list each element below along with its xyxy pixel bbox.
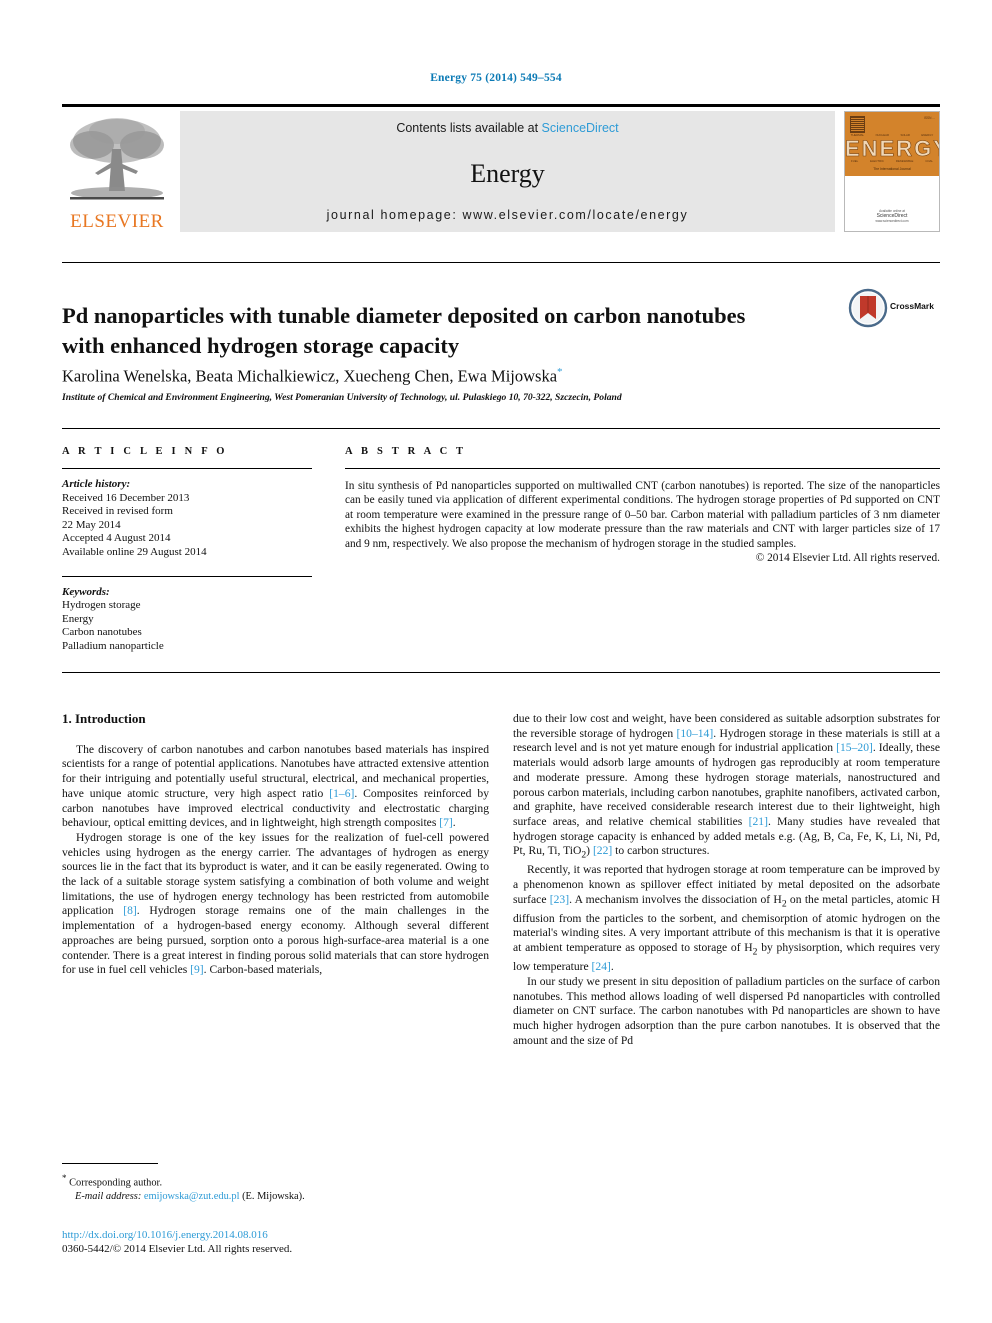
journal-banner: Contents lists available at ScienceDirec…: [180, 111, 835, 232]
elsevier-logo: ELSEVIER: [62, 111, 172, 232]
footnote-block: * Corresponding author. E-mail address: …: [62, 1172, 492, 1203]
elsevier-tree-icon: [70, 118, 164, 200]
citation-link[interactable]: [7]: [439, 816, 453, 829]
keyword-item: Palladium nanoparticle: [62, 639, 164, 652]
contents-text: Contents lists available at: [396, 121, 539, 135]
journal-name: Energy: [470, 159, 545, 188]
cover-sub-2: RENEWABLE: [895, 159, 914, 163]
paragraph: Recently, it was reported that hydrogen …: [513, 863, 940, 975]
issn-copyright-line: 0360-5442/© 2014 Elsevier Ltd. All right…: [62, 1243, 293, 1255]
page-title: Pd nanoparticles with tunable diameter d…: [62, 303, 746, 359]
cover-badge-icon: [850, 116, 865, 133]
footnote-rule: [62, 1163, 158, 1164]
paragraph-text: .: [610, 960, 614, 974]
citation-link[interactable]: [22]: [593, 844, 612, 857]
article-page: Energy 75 (2014) 549–554 ELSEVIER Conten…: [0, 0, 992, 1323]
article-history-label: Article history:: [62, 478, 131, 490]
article-history-block: Article history: Received 16 December 20…: [62, 478, 312, 560]
citation-link[interactable]: [23]: [550, 893, 569, 906]
citation-link[interactable]: [9]: [190, 963, 204, 976]
info-top-rule: [62, 428, 940, 429]
paragraph-text: .: [452, 816, 456, 830]
keywords-rule: [62, 575, 312, 577]
abstract-section: A B S T R A C T In situ synthesis of Pd …: [345, 446, 940, 564]
history-item: 22 May 2014: [62, 518, 121, 531]
author-list: Karolina Wenelska, Beata Michalkiewicz, …: [62, 366, 822, 387]
journal-homepage-link[interactable]: journal homepage: www.elsevier.com/locat…: [180, 208, 835, 222]
citation-link[interactable]: [1–6]: [329, 787, 354, 800]
paragraph-text: ): [586, 844, 593, 858]
body-column-right: due to their low cost and weight, have b…: [513, 712, 940, 1048]
paragraph-text: to carbon structures.: [612, 844, 710, 858]
paragraph: Hydrogen storage is one of the key issue…: [62, 831, 489, 978]
doi-block: http://dx.doi.org/10.1016/j.energy.2014.…: [62, 1228, 492, 1256]
history-item: Received 16 December 2013: [62, 491, 190, 504]
cover-issue-text: ISSN ...: [924, 116, 935, 120]
history-item: Received in revised form: [62, 505, 173, 518]
citation-link[interactable]: [15–20]: [836, 741, 873, 754]
corresponding-author-note: Corresponding author.: [69, 1177, 163, 1189]
article-info-section: A R T I C L E I N F O Article history: R…: [62, 446, 312, 654]
cover-sub-1: ELECTRIC: [870, 159, 884, 163]
cover-tagline: The International Journal: [873, 167, 911, 171]
history-item: Accepted 4 August 2014: [62, 532, 171, 545]
abstract-heading: A B S T R A C T: [345, 446, 467, 457]
abstract-text: In situ synthesis of Pd nanoparticles su…: [345, 480, 940, 550]
title-top-rule: [62, 262, 940, 263]
affiliation: Institute of Chemical and Environment En…: [62, 392, 622, 403]
citation-link[interactable]: [10–14]: [677, 727, 714, 740]
article-info-heading: A R T I C L E I N F O: [62, 446, 228, 457]
cover-sub-row: FUEL ELECTRIC RENEWABLE COAL: [845, 159, 939, 163]
keyword-item: Energy: [62, 612, 94, 625]
elsevier-wordmark: ELSEVIER: [70, 211, 164, 232]
paragraph-text: . A mechanism involves the dissociation …: [569, 892, 782, 906]
contents-line: Contents lists available at ScienceDirec…: [180, 121, 835, 135]
cover-journal-word: ENERGY: [845, 136, 940, 161]
cover-footer: Available online at ScienceDirect www.sc…: [845, 209, 939, 224]
keyword-item: Hydrogen storage: [62, 599, 141, 612]
history-item: Available online 29 August 2014: [62, 545, 207, 558]
citation-link[interactable]: [8]: [123, 904, 137, 917]
crossmark-icon: [848, 288, 888, 328]
paragraph: The discovery of carbon nanotubes and ca…: [62, 743, 489, 831]
cover-sub-0: FUEL: [850, 159, 859, 163]
cover-sub-3: COAL: [925, 159, 933, 163]
email-line: E-mail address: emijowska@zut.edu.pl (E.…: [62, 1190, 492, 1204]
keywords-block: Keywords: Hydrogen storage Energy Carbon…: [62, 586, 312, 654]
paragraph-text: . Carbon-based materials,: [203, 963, 323, 977]
abstract-copyright: © 2014 Elsevier Ltd. All rights reserved…: [755, 552, 940, 565]
info-bottom-rule: [62, 672, 940, 673]
body-column-left: 1. Introduction The discovery of carbon …: [62, 711, 489, 978]
email-label: E-mail address:: [75, 1190, 142, 1202]
section-heading-introduction: 1. Introduction: [62, 711, 146, 726]
citation-link[interactable]: [21]: [749, 815, 768, 828]
email-owner: (E. Mijowska).: [242, 1190, 305, 1202]
citation-link[interactable]: [24]: [592, 960, 611, 973]
paragraph: due to their low cost and weight, have b…: [513, 712, 940, 863]
email-link[interactable]: emijowska@zut.edu.pl: [144, 1191, 240, 1202]
author-names: Karolina Wenelska, Beata Michalkiewicz, …: [62, 366, 558, 386]
journal-cover-thumbnail[interactable]: ISSN ... THERMAL NUCLEAR SOLAR ENERGY EN…: [844, 111, 940, 232]
masthead-top-rule: [62, 104, 940, 107]
cover-top-block: ISSN ... THERMAL NUCLEAR SOLAR ENERGY EN…: [845, 112, 939, 176]
crossmark-label: CrossMark: [890, 301, 934, 311]
journal-masthead: ELSEVIER Contents lists available at Sci…: [62, 104, 940, 232]
doi-link[interactable]: http://dx.doi.org/10.1016/j.energy.2014.…: [62, 1228, 492, 1242]
paragraph: In our study we present in situ depositi…: [513, 974, 940, 1047]
keyword-item: Carbon nanotubes: [62, 626, 142, 639]
footnote-marker: *: [62, 1173, 67, 1183]
cover-foot-url: www.sciencedirect.com: [875, 219, 909, 223]
crossmark-badge[interactable]: CrossMark: [848, 288, 942, 328]
sciencedirect-link[interactable]: ScienceDirect: [542, 121, 619, 135]
running-head: Energy 75 (2014) 549–554: [430, 72, 562, 84]
corresponding-author-marker[interactable]: *: [557, 366, 563, 378]
keywords-label: Keywords:: [62, 585, 110, 598]
article-info-rule: [62, 468, 312, 469]
abstract-rule: [345, 468, 940, 469]
